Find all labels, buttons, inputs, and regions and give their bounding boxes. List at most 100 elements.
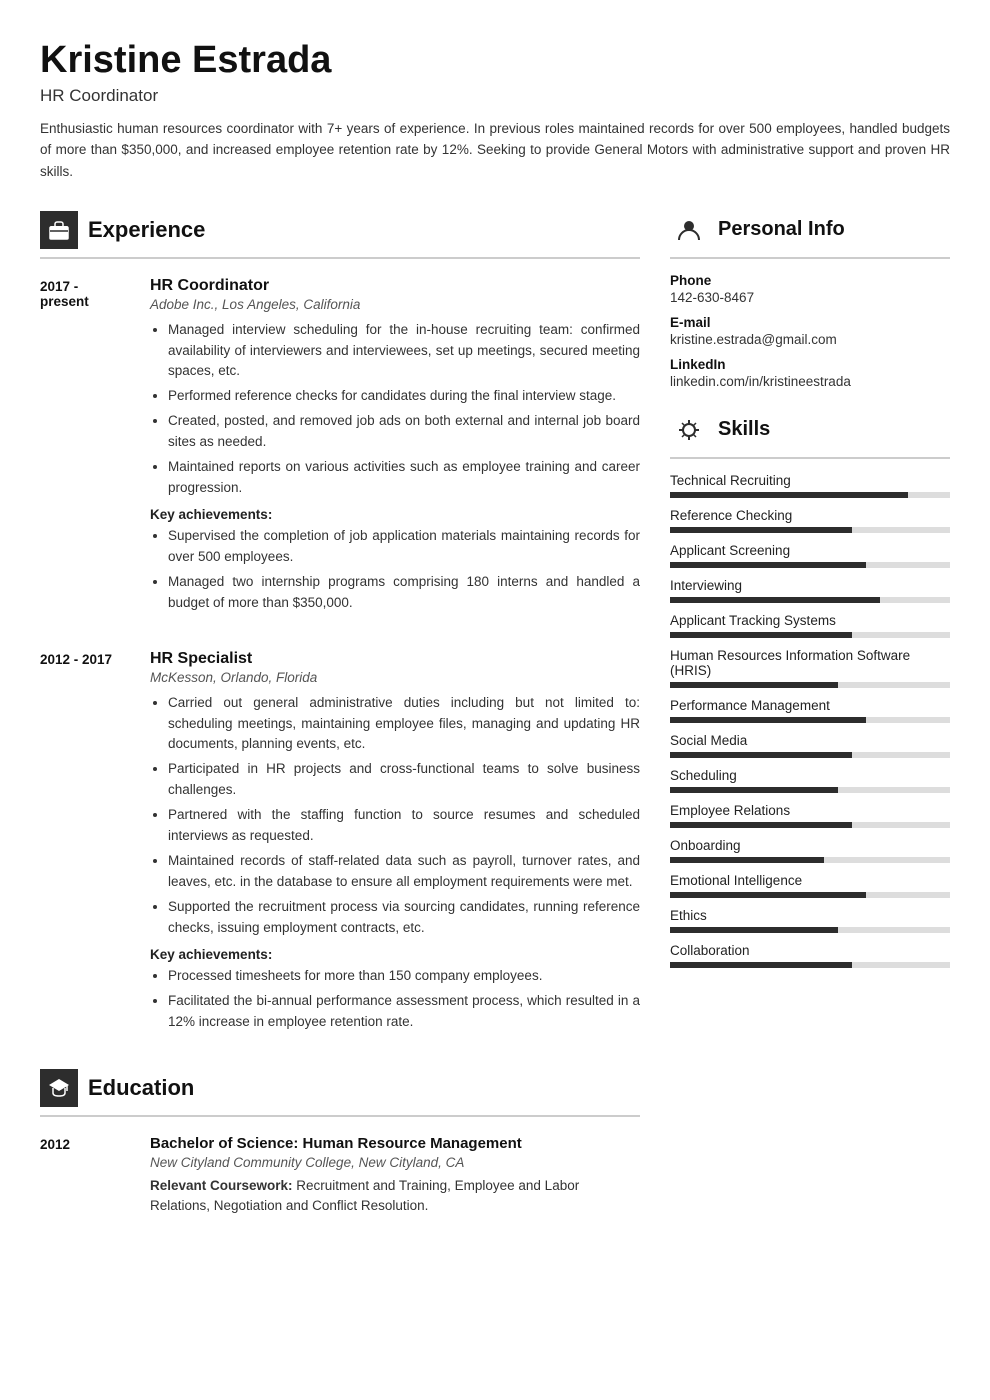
exp-company: McKesson, Orlando, Florida — [150, 670, 640, 685]
skill-item: Applicant Tracking Systems — [670, 613, 950, 638]
main-content: Experience 2017 - presentHR CoordinatorA… — [40, 211, 950, 1246]
header: Kristine Estrada HR Coordinator Enthusia… — [40, 40, 950, 183]
skill-item: Reference Checking — [670, 508, 950, 533]
list-item: Performed reference checks for candidate… — [168, 386, 640, 407]
skill-item: Social Media — [670, 733, 950, 758]
education-section: Education 2012Bachelor of Science: Human… — [40, 1069, 640, 1218]
skill-name: Onboarding — [670, 838, 950, 853]
right-column: Personal Info Phone 142-630-8467 E-mail … — [670, 211, 950, 1246]
email-value: kristine.estrada@gmail.com — [670, 332, 950, 347]
skill-bar-background — [670, 927, 950, 933]
candidate-name: Kristine Estrada — [40, 40, 950, 82]
exp-bullets: Carried out general administrative dutie… — [150, 693, 640, 939]
skills-icon — [670, 411, 708, 449]
skill-name: Emotional Intelligence — [670, 873, 950, 888]
skill-bar-background — [670, 562, 950, 568]
skill-bar-fill — [670, 527, 852, 533]
education-list: 2012Bachelor of Science: Human Resource … — [40, 1135, 640, 1218]
skill-bar-fill — [670, 962, 852, 968]
education-title: Education — [88, 1075, 194, 1101]
achievements-list: Supervised the completion of job applica… — [150, 526, 640, 614]
phone-label: Phone — [670, 273, 950, 288]
skill-item: Applicant Screening — [670, 543, 950, 568]
linkedin-section: LinkedIn linkedin.com/in/kristineestrada — [670, 357, 950, 389]
skill-item: Emotional Intelligence — [670, 873, 950, 898]
skill-bar-background — [670, 787, 950, 793]
skill-bar-background — [670, 492, 950, 498]
skill-bar-fill — [670, 492, 908, 498]
exp-date: 2012 - 2017 — [40, 650, 130, 1041]
skill-bar-background — [670, 752, 950, 758]
list-item: Managed interview scheduling for the in-… — [168, 320, 640, 383]
phone-value: 142-630-8467 — [670, 290, 950, 305]
list-item: Participated in HR projects and cross-fu… — [168, 759, 640, 801]
skill-bar-background — [670, 632, 950, 638]
list-item: Facilitated the bi-annual performance as… — [168, 991, 640, 1033]
education-section-header: Education — [40, 1069, 640, 1117]
personal-info-section: Personal Info Phone 142-630-8467 E-mail … — [670, 211, 950, 389]
skill-item: Ethics — [670, 908, 950, 933]
experience-item: 2017 - presentHR CoordinatorAdobe Inc., … — [40, 277, 640, 622]
coursework-label: Relevant Coursework: — [150, 1178, 296, 1193]
skill-bar-fill — [670, 632, 852, 638]
skill-bar-background — [670, 962, 950, 968]
skill-bar-background — [670, 822, 950, 828]
list-item: Managed two internship programs comprisi… — [168, 572, 640, 614]
skill-bar-fill — [670, 562, 866, 568]
skill-bar-fill — [670, 752, 852, 758]
skills-title: Skills — [718, 418, 770, 441]
candidate-title: HR Coordinator — [40, 86, 950, 106]
skill-item: Technical Recruiting — [670, 473, 950, 498]
experience-item: 2012 - 2017 HR Specialist McKesson, Orland… — [40, 650, 640, 1041]
skill-item: Scheduling — [670, 768, 950, 793]
skill-bar-fill — [670, 682, 838, 688]
skill-name: Reference Checking — [670, 508, 950, 523]
skill-bar-fill — [670, 857, 824, 863]
skill-bar-background — [670, 682, 950, 688]
exp-content: HR CoordinatorAdobe Inc., Los Angeles, C… — [150, 277, 640, 622]
skills-section-header: Skills — [670, 411, 950, 459]
achievements-label: Key achievements: — [150, 507, 640, 522]
skill-name: Employee Relations — [670, 803, 950, 818]
skill-item: Human Resources Information Software (HR… — [670, 648, 950, 688]
exp-title: HR Specialist — [150, 650, 640, 668]
skill-item: Onboarding — [670, 838, 950, 863]
exp-title: HR Coordinator — [150, 277, 640, 295]
candidate-summary: Enthusiastic human resources coordinator… — [40, 118, 950, 183]
experience-section-header: Experience — [40, 211, 640, 259]
skill-item: Interviewing — [670, 578, 950, 603]
experience-icon — [40, 211, 78, 249]
achievements-list: Processed timesheets for more than 150 c… — [150, 966, 640, 1033]
exp-date: 2017 - present — [40, 277, 130, 622]
list-item: Supervised the completion of job applica… — [168, 526, 640, 568]
phone-section: Phone 142-630-8467 — [670, 273, 950, 305]
achievements-label: Key achievements: — [150, 947, 640, 962]
skill-name: Human Resources Information Software (HR… — [670, 648, 950, 678]
edu-content: Bachelor of Science: Human Resource Mana… — [150, 1135, 640, 1218]
skills-list: Technical Recruiting Reference Checking Ap… — [670, 473, 950, 968]
skill-name: Technical Recruiting — [670, 473, 950, 488]
skill-item: Employee Relations — [670, 803, 950, 828]
skill-name: Ethics — [670, 908, 950, 923]
skill-bar-background — [670, 597, 950, 603]
exp-content: HR Specialist McKesson, Orlando, Florida C… — [150, 650, 640, 1041]
edu-coursework: Relevant Coursework: Recruitment and Tra… — [150, 1176, 640, 1218]
list-item: Created, posted, and removed job ads on … — [168, 411, 640, 453]
list-item: Carried out general administrative dutie… — [168, 693, 640, 756]
experience-section: Experience 2017 - presentHR CoordinatorA… — [40, 211, 640, 1041]
skill-bar-fill — [670, 787, 838, 793]
list-item: Partnered with the staffing function to … — [168, 805, 640, 847]
personal-info-title: Personal Info — [718, 218, 845, 241]
skill-bar-fill — [670, 927, 838, 933]
skill-name: Interviewing — [670, 578, 950, 593]
skill-bar-fill — [670, 892, 866, 898]
email-section: E-mail kristine.estrada@gmail.com — [670, 315, 950, 347]
skills-section: Skills Technical Recruiting Reference Che… — [670, 411, 950, 968]
list-item: Processed timesheets for more than 150 c… — [168, 966, 640, 987]
skill-name: Applicant Screening — [670, 543, 950, 558]
skill-bar-background — [670, 892, 950, 898]
experience-list: 2017 - presentHR CoordinatorAdobe Inc., … — [40, 277, 640, 1041]
personal-info-icon — [670, 211, 708, 249]
skill-bar-background — [670, 717, 950, 723]
skill-bar-background — [670, 527, 950, 533]
